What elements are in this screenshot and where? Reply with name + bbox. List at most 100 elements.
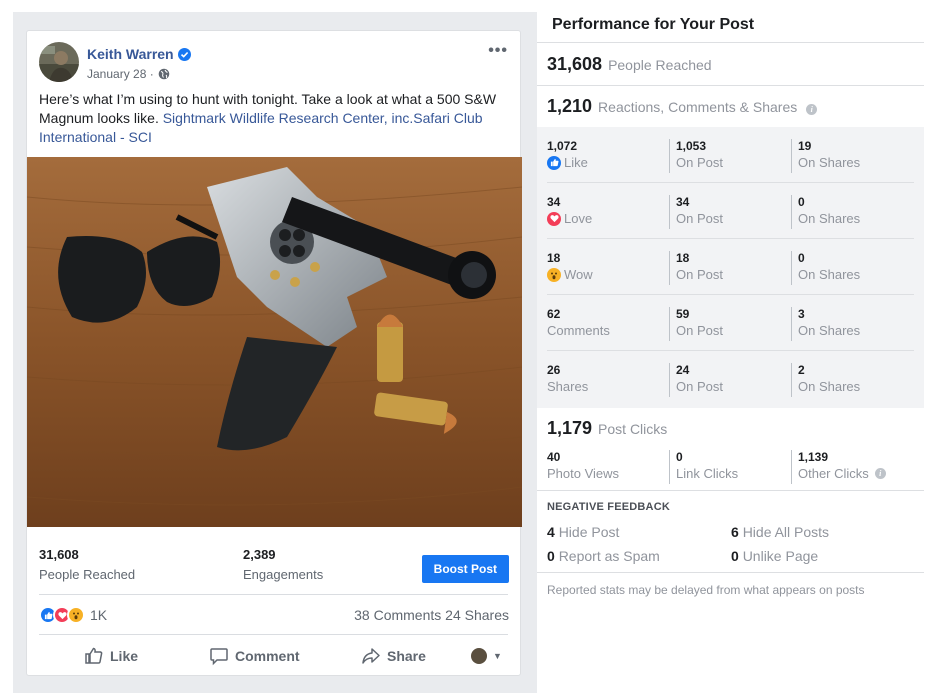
wow-total: 18 (547, 251, 561, 265)
comments-total: 62 (547, 307, 561, 321)
globe-icon (158, 68, 170, 80)
reaction-icons[interactable] (39, 606, 85, 624)
comment-icon (210, 648, 228, 666)
love-total-cell: 34 Love (547, 195, 667, 229)
share-label[interactable]: Share (387, 648, 426, 664)
engagements-stat: 2,389 Engagements (243, 547, 323, 582)
reaction-row-comments: 62 Comments 59 On Post 3 On Shares (547, 295, 914, 351)
link-clicks-num: 0 (676, 450, 683, 464)
rcs-total: 1,210 (547, 96, 593, 116)
post-date[interactable]: January 28 · (87, 67, 170, 81)
reaction-row-like: 1,072 Like 1,053 On Post 19 On Shares (547, 127, 914, 183)
photo-views-num: 40 (547, 450, 561, 464)
post-stats: 31,608 People Reached 2,389 Engagements … (39, 547, 509, 587)
comments-on-post-cell: 59 On Post (669, 307, 789, 341)
comments-count[interactable]: 38 Comments (354, 607, 441, 623)
hide-all-posts-label: Hide All Posts (742, 524, 830, 540)
reaction-row-wow: 18 Wow 18 On Post 0 On Shares (547, 239, 914, 295)
reaction-row-shares: 26 Shares 24 On Post 2 On Shares (547, 351, 914, 407)
people-reached-label: People Reached (39, 567, 136, 582)
love-on-shares-cell: 0 On Shares (791, 195, 911, 229)
like-on-shares: 19 (798, 139, 812, 153)
engagements-label: Engagements (243, 567, 324, 582)
more-options-icon[interactable]: ••• (488, 42, 508, 60)
rcs-summary: 1,210 Reactions, Comments & Shares i (547, 96, 818, 117)
love-label-wrap: Love (547, 211, 667, 226)
people-reached-num: 31,608 (39, 547, 79, 562)
comments-on-shares: 3 (798, 307, 805, 321)
boost-post-button[interactable]: Boost Post (421, 555, 509, 583)
like-on-post: 1,053 (676, 139, 707, 153)
post-clicks-summary: 1,179 Post Clicks (547, 418, 667, 439)
wow-on-post-label: On Post (676, 267, 723, 282)
reaction-row-love: 34 Love 34 On Post 0 On Shares (547, 183, 914, 239)
comments-on-post-label: On Post (676, 323, 723, 338)
wow-on-shares: 0 (798, 251, 805, 265)
page-avatar-icon (471, 648, 487, 664)
other-clicks-cell: 1,139 Other Clicks i (791, 450, 914, 484)
shares-on-shares-label: On Shares (798, 379, 861, 394)
delay-footnote: Reported stats may be delayed from what … (547, 583, 865, 597)
shares-on-post-label: On Post (676, 379, 723, 394)
love-total: 34 (547, 195, 561, 209)
avatar[interactable] (39, 42, 79, 82)
divider (537, 42, 924, 43)
reaction-breakdown: 1,072 Like 1,053 On Post 19 On Shares 34 (537, 127, 924, 408)
wow-icon (547, 267, 561, 282)
like-label-wrap: Like (547, 155, 667, 170)
unlike-page-label: Unlike Page (742, 548, 819, 564)
love-icon (547, 211, 561, 226)
share-button[interactable]: Share (361, 643, 426, 669)
comments-shares-count[interactable]: 38 Comments 24 Shares (354, 607, 509, 623)
hide-post-label: Hide Post (558, 524, 620, 540)
reactions-summary: 1K 38 Comments 24 Shares (39, 604, 509, 626)
wow-on-post-cell: 18 On Post (669, 251, 789, 285)
info-icon[interactable]: i (806, 104, 818, 115)
comments-on-shares-cell: 3 On Shares (791, 307, 911, 341)
like-total-cell: 1,072 Like (547, 139, 667, 173)
like-on-shares-cell: 19 On Shares (791, 139, 911, 173)
post-as-selector[interactable]: ▼ (471, 643, 502, 669)
wow-label: Wow (564, 267, 593, 282)
link-clicks-label: Link Clicks (676, 466, 739, 481)
wow-reaction-icon (67, 606, 85, 624)
shares-count[interactable]: 24 Shares (445, 607, 509, 623)
post-photo[interactable] (27, 157, 522, 527)
report-spam-label: Report as Spam (558, 548, 660, 564)
other-clicks-label-wrap: Other Clicks i (798, 466, 914, 481)
wow-total-cell: 18 Wow (547, 251, 667, 285)
engagements-num: 2,389 (243, 547, 276, 562)
author-name-text[interactable]: Keith Warren (87, 46, 174, 62)
comment-label[interactable]: Comment (235, 648, 300, 664)
people-reached-caption: People Reached (608, 57, 712, 73)
people-reached-summary: 31,608 People Reached (547, 54, 712, 75)
info-icon[interactable]: i (874, 468, 886, 479)
like-button[interactable]: Like (84, 643, 138, 669)
mention-link-sightmark[interactable]: Sightmark Wildlife Research Center, inc. (163, 110, 414, 126)
shares-total-cell: 26 Shares (547, 363, 667, 397)
hide-post-num: 4 (547, 524, 555, 540)
negative-feedback-title: NEGATIVE FEEDBACK (547, 501, 670, 513)
divider (537, 85, 924, 86)
like-label[interactable]: Like (110, 648, 138, 664)
comments-total-cell: 62 Comments (547, 307, 667, 341)
comment-button[interactable]: Comment (209, 643, 300, 669)
shares-on-post: 24 (676, 363, 690, 377)
love-on-post-cell: 34 On Post (669, 195, 789, 229)
like-on-post-label: On Post (676, 155, 723, 170)
like-icon (547, 155, 561, 170)
author-name[interactable]: Keith Warren (87, 46, 191, 62)
like-on-shares-label: On Shares (798, 155, 861, 170)
clicks-breakdown: 40 Photo Views 0 Link Clicks 1,139 Other… (547, 450, 914, 484)
unlike-page-stat: 0 Unlike Page (731, 548, 818, 564)
post-date-text[interactable]: January 28 · (87, 67, 154, 81)
post-card: Keith Warren January 28 · ••• Here’s wha… (26, 30, 522, 676)
hide-post-stat: 4 Hide Post (547, 524, 619, 540)
people-reached-total: 31,608 (547, 54, 603, 74)
other-clicks-label: Other Clicks (798, 466, 869, 481)
performance-panel: Performance for Your Post 31,608 People … (537, 12, 924, 693)
post-clicks-caption: Post Clicks (598, 421, 668, 437)
thumbs-up-icon (85, 647, 103, 664)
shares-on-shares-cell: 2 On Shares (791, 363, 911, 397)
reaction-count[interactable]: 1K (90, 607, 107, 623)
